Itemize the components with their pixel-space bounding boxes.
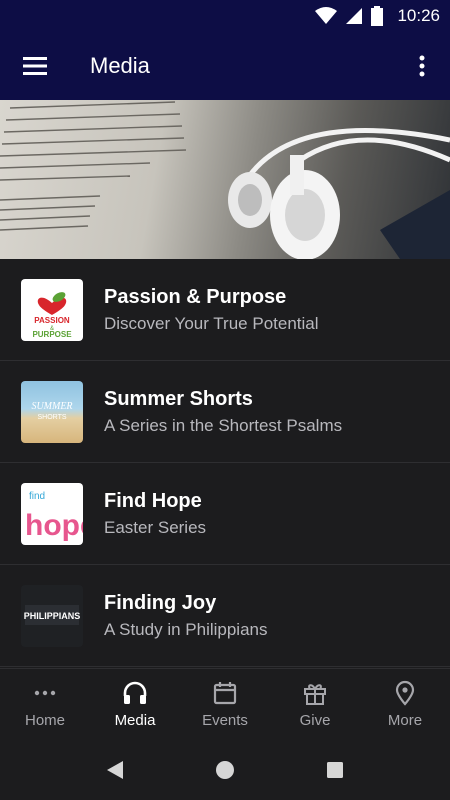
page-title: Media: [90, 53, 150, 78]
find-hope-logo: find hope: [25, 491, 83, 542]
item-title: Passion & Purpose: [104, 285, 287, 308]
nav-label: Give: [299, 712, 331, 729]
nav-label: Events: [202, 712, 248, 729]
nav-home[interactable]: Home: [0, 669, 90, 740]
item-subtitle: Discover Your True Potential: [104, 313, 319, 333]
nav-media[interactable]: Media: [90, 669, 180, 740]
app-bar: Media: [0, 32, 450, 100]
item-title: Finding Joy: [104, 591, 217, 614]
thumb-text-2: hope: [25, 509, 83, 542]
earbuds-graphic: [228, 128, 450, 259]
nav-events[interactable]: Events: [180, 669, 270, 740]
hamburger-icon: [23, 57, 47, 75]
philippians-graphic: PHILIPPIANS: [24, 604, 81, 625]
cell-signal-icon: [346, 8, 363, 24]
list-item[interactable]: find hope Find Hope Easter Series: [0, 463, 450, 565]
nav-label: Media: [114, 712, 156, 729]
beach-graphic: SUMMER SHORTS: [31, 401, 72, 421]
menu-button[interactable]: [0, 32, 70, 100]
location-pin-icon: [395, 680, 415, 706]
nav-label: More: [387, 712, 423, 729]
nav-more[interactable]: More: [360, 669, 450, 740]
nav-label: Home: [24, 712, 65, 729]
back-icon[interactable]: [104, 759, 126, 781]
more-vert-icon: [419, 55, 425, 77]
battery-icon: [371, 6, 384, 26]
series-thumbnail: SUMMER SHORTS: [21, 380, 83, 443]
thumb-text-1: PASSION: [34, 316, 70, 325]
status-time: 10:26: [397, 6, 440, 25]
system-nav-bar: [0, 740, 450, 800]
heart-leaf-logo: PASSION & PURPOSE: [32, 291, 72, 339]
gift-icon: [304, 684, 326, 705]
nav-give[interactable]: Give: [270, 669, 360, 740]
headphones-icon: [123, 681, 147, 704]
item-subtitle: A Study in Philippians: [104, 619, 268, 639]
series-thumbnail: PHILIPPIANS: [21, 584, 83, 647]
bottom-navigation: Home Media Events Give More: [0, 668, 450, 740]
calendar-icon: [213, 682, 237, 705]
home-circle-icon[interactable]: [214, 759, 236, 781]
wifi-icon: [315, 7, 338, 24]
list-item[interactable]: PASSION & PURPOSE Passion & Purpose Disc…: [0, 259, 450, 361]
list-item[interactable]: PHILIPPIANS Finding Joy A Study in Phili…: [0, 565, 450, 667]
hero-banner-image: [0, 100, 450, 259]
list-item[interactable]: SUMMER SHORTS Summer Shorts A Series in …: [0, 361, 450, 463]
item-title: Find Hope: [104, 489, 202, 512]
recents-square-icon[interactable]: [324, 759, 346, 781]
thumb-text-3: PURPOSE: [32, 330, 72, 339]
thumb-text-1: SUMMER: [31, 401, 72, 412]
thumb-text-1: PHILIPPIANS: [24, 611, 81, 621]
media-list: PASSION & PURPOSE Passion & Purpose Disc…: [0, 259, 450, 667]
item-title: Summer Shorts: [104, 387, 253, 410]
series-thumbnail: find hope: [21, 482, 83, 545]
dots-icon: [34, 690, 56, 696]
overflow-menu-button[interactable]: [394, 32, 450, 100]
series-thumbnail: PASSION & PURPOSE: [21, 278, 83, 341]
thumb-text-1: find: [29, 491, 45, 502]
item-subtitle: A Series in the Shortest Psalms: [104, 415, 343, 435]
status-bar: 10:26: [0, 0, 450, 32]
thumb-text-2: SHORTS: [37, 414, 66, 421]
item-subtitle: Easter Series: [104, 517, 207, 537]
